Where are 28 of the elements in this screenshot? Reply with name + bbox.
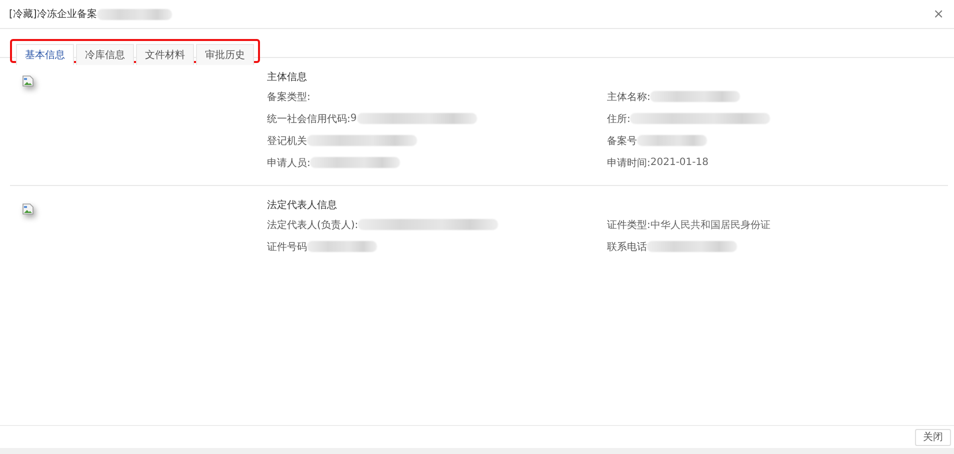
redaction-blur <box>637 135 707 146</box>
broken-image-icon <box>22 75 34 87</box>
field-label: 备案类型: <box>267 90 310 104</box>
field-label: 法定代表人(负责人): <box>267 218 358 232</box>
field-value: 2021-01-18 <box>650 157 708 168</box>
field-label: 统一社会信用代码: <box>267 112 350 126</box>
field-label: 申请时间: <box>607 156 650 170</box>
close-button[interactable]: 关闭 <box>915 428 951 446</box>
field-label: 证件类型: <box>607 218 650 232</box>
field-value: 9 <box>350 113 357 124</box>
redaction-blur <box>307 241 377 252</box>
field-label: 登记机关 <box>267 134 307 148</box>
tab[interactable]: 审批历史 <box>196 44 254 65</box>
field-value: 中华人民共和国居民身份证 <box>650 218 770 232</box>
broken-image-icon <box>22 203 34 215</box>
field-label: 备案号 <box>607 134 637 148</box>
section-heading: 主体信息 <box>267 70 308 84</box>
tab[interactable]: 冷库信息 <box>76 44 134 65</box>
field-label: 申请人员: <box>267 156 310 170</box>
field-label: 住所: <box>607 112 630 126</box>
close-button[interactable]: × <box>929 6 948 22</box>
field-label: 证件号码 <box>267 240 307 254</box>
field-label: 联系电话 <box>607 240 647 254</box>
window-title: [冷藏]冷冻企业备案 <box>9 8 97 21</box>
section-heading: 法定代表人信息 <box>267 198 338 212</box>
field-label: 主体名称: <box>607 90 650 104</box>
tab[interactable]: 基本信息 <box>16 44 74 65</box>
tab[interactable]: 文件材料 <box>136 44 194 65</box>
